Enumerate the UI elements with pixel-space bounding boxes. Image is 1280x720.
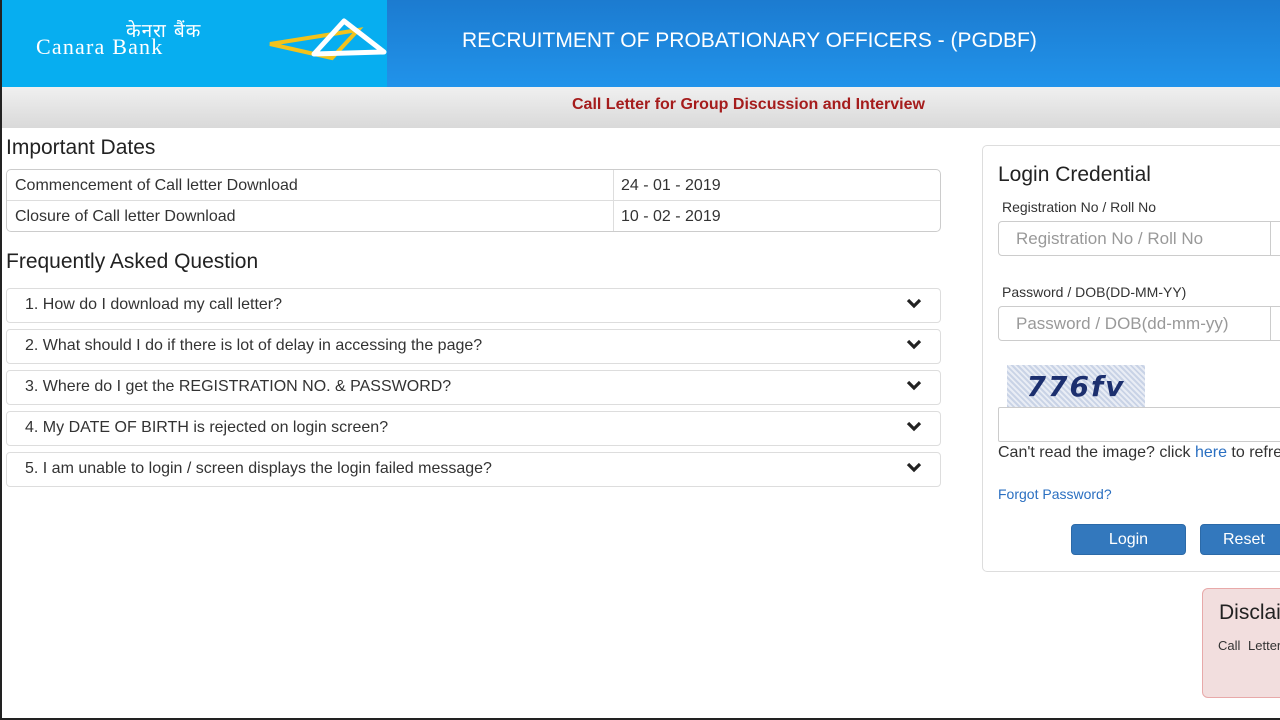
reset-button[interactable]: Reset: [1200, 524, 1280, 555]
registration-label: Registration No / Roll No: [1002, 199, 1157, 215]
page-subtitle: Call Letter for Group Discussion and Int…: [572, 96, 925, 113]
canara-bank-logo[interactable]: केनरा बैंक Canara Bank: [2, 0, 387, 87]
registration-input-addon: [1270, 221, 1280, 256]
captcha-refresh-hint: Can't read the image? click here to refr…: [998, 443, 1280, 463]
captcha-hint-suffix: to refresh.: [1231, 444, 1280, 461]
captcha-hint-prefix: Can't read the image? click: [998, 444, 1195, 461]
login-button[interactable]: Login: [1071, 524, 1186, 555]
date-value: 10 - 02 - 2019: [621, 208, 721, 225]
page-title: RECRUITMENT OF PROBATIONARY OFFICERS - (…: [462, 29, 1037, 52]
date-label: Commencement of Call letter Download: [15, 177, 298, 194]
chevron-down-icon: [906, 462, 922, 473]
faq-question: 2. What should I do if there is lot of d…: [25, 337, 483, 354]
canara-triangle-logo-icon: [269, 18, 387, 61]
captcha-image: 776fv: [1007, 365, 1145, 407]
faq-question: 5. I am unable to login / screen display…: [25, 460, 492, 477]
date-label: Closure of Call letter Download: [15, 208, 236, 225]
captcha-refresh-link[interactable]: here: [1195, 444, 1227, 461]
faq-question: 1. How do I download my call letter?: [25, 296, 283, 313]
chevron-down-icon: [906, 339, 922, 350]
important-dates-heading: Important Dates: [6, 136, 156, 159]
table-row: Closure of Call letter Download 10 - 02 …: [7, 201, 940, 231]
chevron-down-icon: [906, 421, 922, 432]
faq-item-5[interactable]: 5. I am unable to login / screen display…: [6, 452, 941, 487]
login-panel: Login Credential Registration No / Roll …: [982, 145, 1280, 572]
forgot-password-link[interactable]: Forgot Password?: [998, 486, 1112, 502]
password-input-addon: [1270, 306, 1280, 341]
faq-item-2[interactable]: 2. What should I do if there is lot of d…: [6, 329, 941, 364]
disclaimer-box: Disclaimer Call Letter ... mentioned ...…: [1202, 588, 1280, 698]
sub-header-bar: Call Letter for Group Discussion and Int…: [2, 87, 1280, 128]
captcha-input[interactable]: [998, 407, 1280, 442]
faq-item-4[interactable]: 4. My DATE OF BIRTH is rejected on login…: [6, 411, 941, 446]
login-title: Login Credential: [998, 163, 1151, 186]
important-dates-table: Commencement of Call letter Download 24 …: [6, 169, 941, 232]
faq-item-3[interactable]: 3. Where do I get the REGISTRATION NO. &…: [6, 370, 941, 405]
date-value: 24 - 01 - 2019: [621, 177, 721, 194]
faq-question: 4. My DATE OF BIRTH is rejected on login…: [25, 419, 389, 436]
chevron-down-icon: [906, 380, 922, 391]
registration-input[interactable]: [998, 221, 1280, 256]
page-header: केनरा बैंक Canara Bank RECRUITMENT OF PR…: [2, 0, 1280, 87]
disclaimer-text: Call Letter ... mentioned ... before th.…: [1218, 638, 1280, 653]
faq-question: 3. Where do I get the REGISTRATION NO. &…: [25, 378, 452, 395]
captcha-text: 776fv: [1026, 369, 1126, 403]
password-label: Password / DOB(DD-MM-YY): [1002, 284, 1187, 300]
chevron-down-icon: [906, 298, 922, 309]
table-row: Commencement of Call letter Download 24 …: [7, 170, 940, 201]
faq-heading: Frequently Asked Question: [6, 250, 259, 273]
faq-item-1[interactable]: 1. How do I download my call letter?: [6, 288, 941, 323]
logo-english-text: Canara Bank: [36, 34, 164, 59]
password-input[interactable]: [998, 306, 1280, 341]
disclaimer-title: Disclaimer: [1219, 601, 1280, 624]
